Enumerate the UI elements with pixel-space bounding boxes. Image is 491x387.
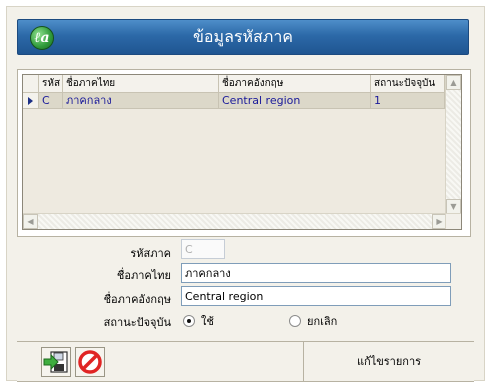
horizontal-scrollbar[interactable]: ◀ ▶ [23, 213, 447, 229]
scroll-left-icon[interactable]: ◀ [23, 214, 38, 229]
row-pointer-icon [28, 97, 33, 105]
scrollbar-corner [445, 213, 461, 229]
status-radio-active[interactable]: ใช้ [183, 312, 214, 330]
vertical-scrollbar[interactable]: ▲ ▼ [445, 75, 461, 214]
cell-code[interactable]: C [39, 93, 63, 108]
grid-panel: รหัส ชื่อภาคไทย ชื่อภาคอังกฤษ สถานะปัจจุ… [17, 69, 471, 237]
cell-name-en[interactable]: Central region [219, 93, 371, 108]
column-header-name-en[interactable]: ชื่อภาคอังกฤษ [219, 75, 371, 92]
title-bar: ℓa ข้อมูลรหัสภาค [17, 19, 469, 55]
column-header-name-th[interactable]: ชื่อภาคไทย [63, 75, 219, 92]
status-option-active-label: ใช้ [201, 315, 214, 328]
status-radio-cancelled[interactable]: ยกเลิก [289, 312, 337, 330]
table-row[interactable]: C ภาคกลาง Central region 1 [23, 93, 461, 109]
cancel-icon [78, 350, 102, 374]
save-button[interactable] [41, 347, 71, 377]
column-header-status[interactable]: สถานะปัจจุบัน [371, 75, 445, 92]
cancel-button[interactable] [75, 347, 105, 377]
name-th-input[interactable] [181, 263, 451, 283]
cell-name-th[interactable]: ภาคกลาง [63, 93, 219, 108]
scroll-down-icon[interactable]: ▼ [446, 199, 461, 214]
status-option-cancelled-label: ยกเลิก [307, 315, 338, 328]
status-mode: แก้ไขรายการ [303, 342, 474, 382]
data-grid[interactable]: รหัส ชื่อภาคไทย ชื่อภาคอังกฤษ สถานะปัจจุ… [22, 74, 462, 230]
code-input[interactable] [181, 239, 225, 259]
grid-header: รหัส ชื่อภาคไทย ชื่อภาคอังกฤษ สถานะปัจจุ… [23, 75, 461, 93]
name-en-label: ชื่อภาคอังกฤษ [103, 293, 171, 306]
column-header-code[interactable]: รหัส [39, 75, 63, 92]
name-th-label: ชื่อภาคไทย [116, 269, 171, 282]
scroll-up-icon[interactable]: ▲ [446, 75, 461, 90]
code-label: รหัสภาค [130, 247, 171, 260]
radio-checked-icon[interactable] [183, 315, 195, 327]
form-window: ℓa ข้อมูลรหัสภาค รหัส ชื่อภาคไทย ชื่อภาค… [6, 6, 485, 382]
current-row-indicator [23, 93, 39, 108]
radio-unchecked-icon[interactable] [289, 315, 301, 327]
save-arrow-icon [43, 351, 68, 373]
row-indicator-header [23, 75, 39, 92]
name-en-input[interactable] [181, 286, 451, 306]
bottom-toolbar: แก้ไขรายการ [17, 341, 474, 382]
status-label: สถานะปัจจุบัน [103, 316, 171, 329]
window-title: ข้อมูลรหัสภาค [192, 27, 294, 46]
cell-status[interactable]: 1 [371, 93, 445, 108]
